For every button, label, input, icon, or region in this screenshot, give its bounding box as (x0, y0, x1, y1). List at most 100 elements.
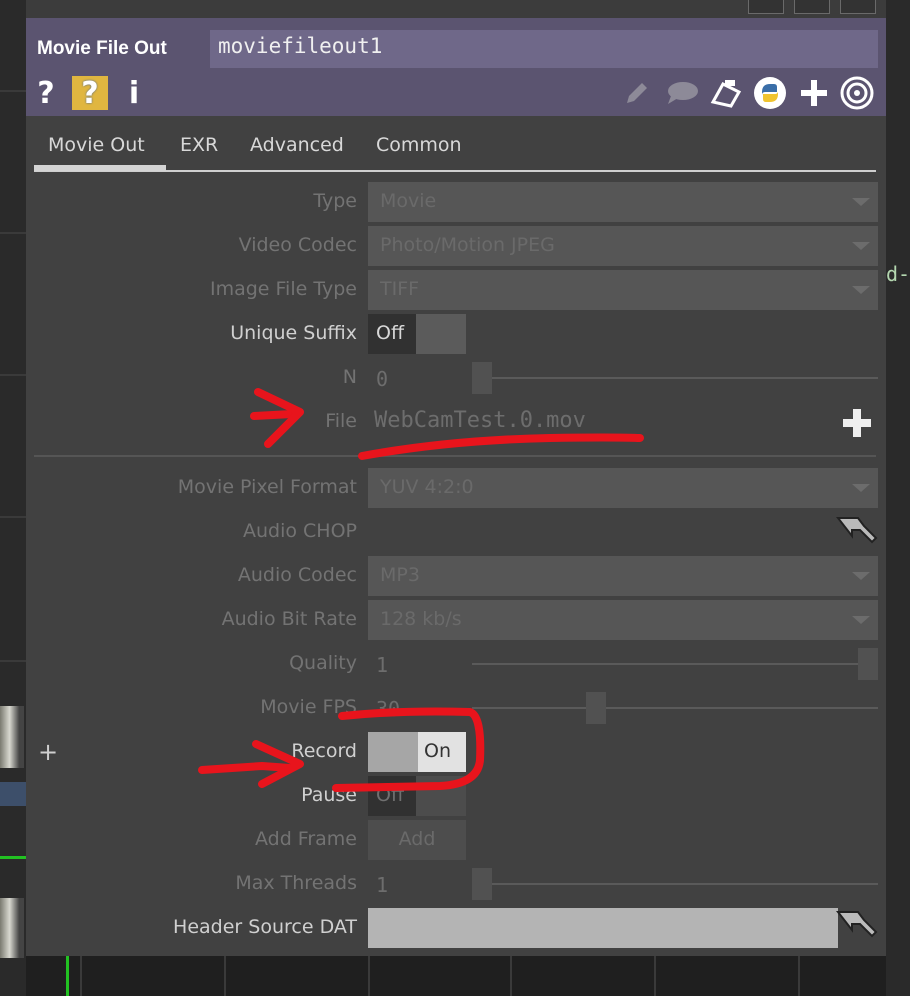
chevron-down-icon (852, 198, 870, 206)
file-browse-icon[interactable] (842, 408, 872, 438)
max-threads-slider-handle[interactable] (472, 868, 492, 900)
edit-icon[interactable] (622, 76, 652, 110)
background-node-label: d- (886, 262, 910, 286)
grid-line (0, 374, 26, 376)
clipboard-icon[interactable] (708, 76, 744, 110)
audio-chop-label: Audio CHOP (242, 520, 357, 542)
max-threads-label: Max Threads (235, 872, 357, 894)
record-toggle[interactable]: On (368, 732, 466, 772)
movie-pixel-format-value: YUV 4:2:0 (380, 476, 474, 498)
movie-pixel-format-dropdown[interactable]: YUV 4:2:0 (368, 468, 878, 508)
pause-label: Pause (301, 784, 357, 806)
node-thumbnail[interactable] (0, 898, 24, 958)
grid-line (224, 956, 226, 996)
network-bottom-strip (26, 956, 886, 996)
video-codec-dropdown[interactable]: Photo/Motion JPEG (368, 226, 878, 266)
drop-target-arrow-icon[interactable] (835, 908, 878, 940)
chevron-down-icon (852, 616, 870, 624)
quality-slider-handle[interactable] (858, 648, 878, 680)
audio-codec-dropdown[interactable]: MP3 (368, 556, 878, 596)
grid-line (80, 956, 82, 996)
comment-icon[interactable] (664, 76, 700, 110)
panel-header: Movie File Out moviefileout1 ? ? i (26, 18, 886, 116)
window-button[interactable] (748, 0, 784, 14)
grid-line (798, 956, 800, 996)
node-wire (66, 956, 69, 996)
parameter-panel: Movie File Out moviefileout1 ? ? i Movie… (26, 18, 886, 956)
chevron-down-icon (852, 242, 870, 250)
audio-codec-value: MP3 (380, 564, 420, 586)
python-help-icon[interactable]: ? (72, 76, 108, 111)
unique-suffix-label: Unique Suffix (230, 322, 357, 344)
movie-fps-slider-track[interactable] (472, 707, 878, 709)
add-frame-button[interactable]: Add (368, 820, 466, 860)
grid-line (368, 956, 370, 996)
tab-advanced[interactable]: Advanced (250, 134, 344, 156)
chevron-down-icon (852, 484, 870, 492)
quality-slider-track[interactable] (472, 663, 878, 665)
audio-bit-rate-dropdown[interactable]: 128 kb/s (368, 600, 878, 640)
file-path-field[interactable]: WebCamTest.0.mov (374, 408, 586, 433)
pause-toggle[interactable]: Off (368, 776, 466, 816)
help-icon[interactable]: ? (34, 76, 58, 111)
max-threads-value-field[interactable]: 1 (376, 873, 388, 897)
pause-value: Off (368, 776, 416, 816)
node-thumbnail[interactable] (0, 706, 24, 768)
chevron-down-icon (852, 286, 870, 294)
quality-label: Quality (289, 652, 357, 674)
grid-line (0, 90, 26, 92)
movie-fps-label: Movie FPS (260, 696, 357, 718)
grid-line (654, 956, 656, 996)
grid-line (0, 660, 26, 662)
max-threads-slider-track[interactable] (472, 883, 878, 885)
record-label: Record (291, 740, 357, 762)
type-value: Movie (380, 190, 437, 212)
movie-pixel-format-label: Movie Pixel Format (177, 476, 357, 498)
unique-suffix-toggle[interactable]: Off (368, 314, 466, 354)
record-value: On (418, 732, 466, 772)
tab-exr[interactable]: EXR (180, 134, 218, 156)
grid-line (0, 516, 26, 518)
audio-codec-label: Audio Codec (237, 564, 357, 586)
section-divider (34, 455, 876, 457)
python-icon[interactable] (752, 76, 788, 110)
tab-common[interactable]: Common (376, 134, 462, 156)
video-codec-value: Photo/Motion JPEG (380, 234, 555, 256)
grid-line (510, 956, 512, 996)
toggle-handle (416, 314, 466, 354)
movie-fps-value-field[interactable]: 30 (376, 697, 400, 721)
n-value-field[interactable]: 0 (376, 367, 388, 391)
operator-name-field[interactable]: moviefileout1 (210, 30, 878, 68)
header-source-dat-label: Header Source DAT (173, 916, 357, 938)
add-icon[interactable] (796, 76, 832, 110)
viewer-icon[interactable] (838, 76, 876, 110)
n-slider-track[interactable] (472, 377, 878, 379)
image-file-type-value: TIFF (380, 278, 420, 300)
unique-suffix-value: Off (368, 314, 416, 354)
drop-target-arrow-icon[interactable] (835, 514, 878, 546)
movie-fps-slider-handle[interactable] (586, 692, 606, 724)
audio-bit-rate-label: Audio Bit Rate (221, 608, 357, 630)
grid-line (0, 232, 26, 234)
operator-type-label: Movie File Out (37, 38, 167, 59)
add-frame-label: Add Frame (254, 828, 357, 850)
window-button[interactable] (794, 0, 830, 14)
toggle-handle (416, 776, 466, 816)
image-file-type-dropdown[interactable]: TIFF (368, 270, 878, 310)
pane-top-bar (26, 0, 886, 18)
window-button[interactable] (840, 0, 876, 14)
file-label: File (325, 410, 357, 432)
n-slider-handle[interactable] (472, 362, 492, 394)
node-wire (0, 856, 26, 859)
toggle-handle (368, 732, 418, 772)
image-file-type-label: Image File Type (209, 278, 357, 300)
node-connector[interactable] (0, 782, 26, 806)
info-icon[interactable]: i (124, 76, 144, 111)
video-codec-label: Video Codec (238, 234, 357, 256)
header-source-dat-field[interactable] (368, 908, 838, 948)
quality-value-field[interactable]: 1 (376, 653, 388, 677)
chevron-down-icon (852, 572, 870, 580)
tab-movie-out[interactable]: Movie Out (48, 134, 145, 156)
active-tab-indicator (34, 165, 166, 171)
type-dropdown[interactable]: Movie (368, 182, 878, 222)
